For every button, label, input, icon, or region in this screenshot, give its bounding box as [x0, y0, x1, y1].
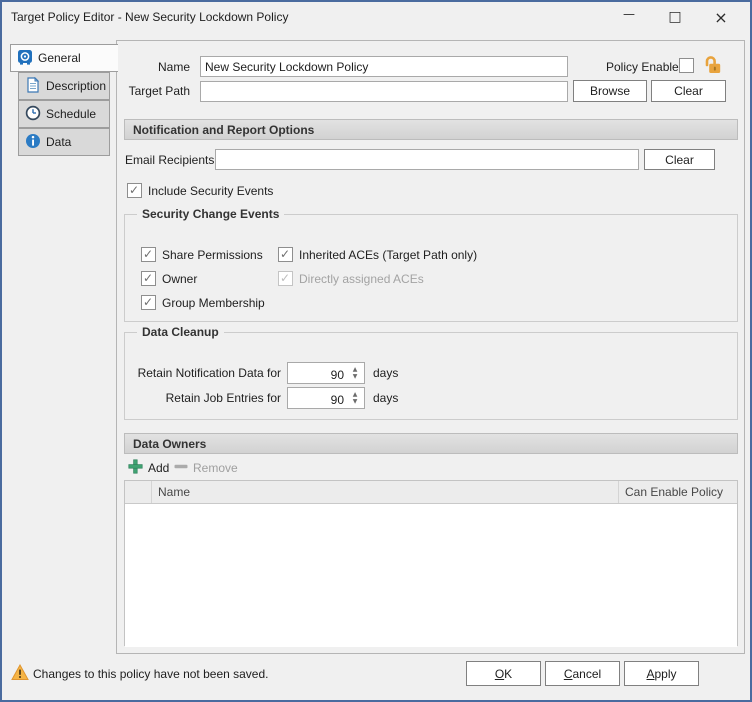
table-header-name[interactable]: Name — [152, 481, 619, 503]
tab-schedule[interactable]: Schedule — [18, 100, 110, 128]
include-security-events-checkbox[interactable] — [127, 183, 142, 198]
retain-job-entries-spinner[interactable]: ▲ ▼ — [287, 387, 365, 409]
data-owners-section-header: Data Owners — [124, 433, 738, 454]
retain-job-entries-label: Retain Job Entries for — [125, 391, 281, 405]
data-cleanup-title: Data Cleanup — [137, 325, 224, 339]
target-path-clear-button[interactable]: Clear — [651, 80, 726, 102]
security-change-events-title: Security Change Events — [137, 207, 284, 221]
add-button[interactable]: Add — [128, 459, 169, 477]
security-change-events-group: Security Change Events Share Permissions… — [124, 214, 738, 322]
owner-label: Owner — [162, 272, 197, 286]
email-clear-button[interactable]: Clear — [644, 149, 715, 170]
spin-down-icon[interactable]: ▼ — [353, 399, 358, 405]
spin-up-icon[interactable]: ▲ — [353, 367, 358, 373]
inherited-aces-label: Inherited ACEs (Target Path only) — [299, 248, 477, 262]
group-membership-checkbox[interactable] — [141, 295, 156, 310]
target-path-input[interactable] — [200, 81, 568, 102]
retain-notification-data-spinner[interactable]: ▲ ▼ — [287, 362, 365, 384]
policy-enabled-checkbox[interactable] — [679, 58, 694, 73]
data-cleanup-group: Data Cleanup Retain Notification Data fo… — [124, 332, 738, 420]
group-membership-label: Group Membership — [162, 296, 265, 310]
title-bar: Target Policy Editor - New Security Lock… — [2, 2, 750, 32]
directly-assigned-aces-label: Directly assigned ACEs — [299, 272, 424, 286]
target-policy-editor-window: Target Policy Editor - New Security Lock… — [0, 0, 752, 702]
include-security-events-label: Include Security Events — [148, 184, 273, 198]
tab-schedule-label: Schedule — [46, 107, 96, 121]
maximize-icon: □ — [668, 9, 681, 25]
remove-button-label: Remove — [193, 461, 238, 475]
table-header-indicator — [125, 481, 152, 503]
minus-icon — [174, 459, 188, 477]
email-recipients-input[interactable] — [215, 149, 639, 170]
close-icon: × — [714, 8, 727, 27]
ok-button[interactable]: OK — [466, 661, 541, 686]
cancel-button[interactable]: Cancel — [545, 661, 620, 686]
share-permissions-label: Share Permissions — [162, 248, 263, 262]
close-button[interactable]: × — [698, 2, 744, 32]
tab-general[interactable]: General — [10, 44, 118, 72]
directly-assigned-aces-checkbox — [278, 271, 293, 286]
minimize-icon: — — [623, 7, 635, 21]
tab-description-label: Description — [46, 79, 106, 93]
tab-data-label: Data — [46, 135, 71, 149]
tab-general-label: General — [38, 51, 81, 65]
add-button-label: Add — [148, 461, 169, 475]
retain-notification-data-value[interactable] — [288, 365, 344, 385]
table-header-row: Name Can Enable Policy — [125, 481, 737, 504]
document-icon — [25, 77, 41, 96]
apply-button[interactable]: Apply — [624, 661, 699, 686]
retain-job-days-suffix: days — [373, 391, 398, 405]
clock-icon — [25, 105, 41, 124]
target-path-label: Target Path — [114, 84, 190, 98]
minimize-button[interactable]: — — [606, 2, 652, 32]
name-label: Name — [120, 60, 190, 74]
info-icon — [25, 133, 41, 152]
data-owners-table: Name Can Enable Policy — [124, 480, 738, 646]
name-input[interactable] — [200, 56, 568, 77]
tab-description[interactable]: Description — [18, 72, 110, 100]
table-body[interactable] — [125, 504, 737, 647]
spin-down-icon[interactable]: ▼ — [353, 374, 358, 380]
window-controls: — □ × — [606, 2, 744, 32]
share-permissions-checkbox[interactable] — [141, 247, 156, 262]
warning-icon — [11, 664, 29, 684]
email-recipients-label: Email Recipients — [125, 153, 214, 167]
owner-checkbox[interactable] — [141, 271, 156, 286]
safe-icon — [17, 49, 33, 68]
plus-icon — [128, 459, 143, 477]
remove-button: Remove — [174, 459, 238, 477]
spin-up-icon[interactable]: ▲ — [353, 392, 358, 398]
policy-enabled-label: Policy Enabled — [606, 60, 685, 74]
unlocked-padlock-icon — [702, 54, 724, 79]
browse-button[interactable]: Browse — [573, 80, 647, 102]
table-header-can-enable-policy[interactable]: Can Enable Policy — [619, 481, 737, 503]
notification-section-header: Notification and Report Options — [124, 119, 738, 140]
tab-data[interactable]: Data — [18, 128, 110, 156]
unsaved-changes-warning: Changes to this policy have not been sav… — [33, 667, 269, 681]
retain-notification-data-label: Retain Notification Data for — [125, 366, 281, 380]
inherited-aces-checkbox[interactable] — [278, 247, 293, 262]
retain-notification-days-suffix: days — [373, 366, 398, 380]
retain-job-entries-value[interactable] — [288, 390, 344, 410]
maximize-button[interactable]: □ — [652, 2, 698, 32]
window-title: Target Policy Editor - New Security Lock… — [11, 10, 288, 24]
